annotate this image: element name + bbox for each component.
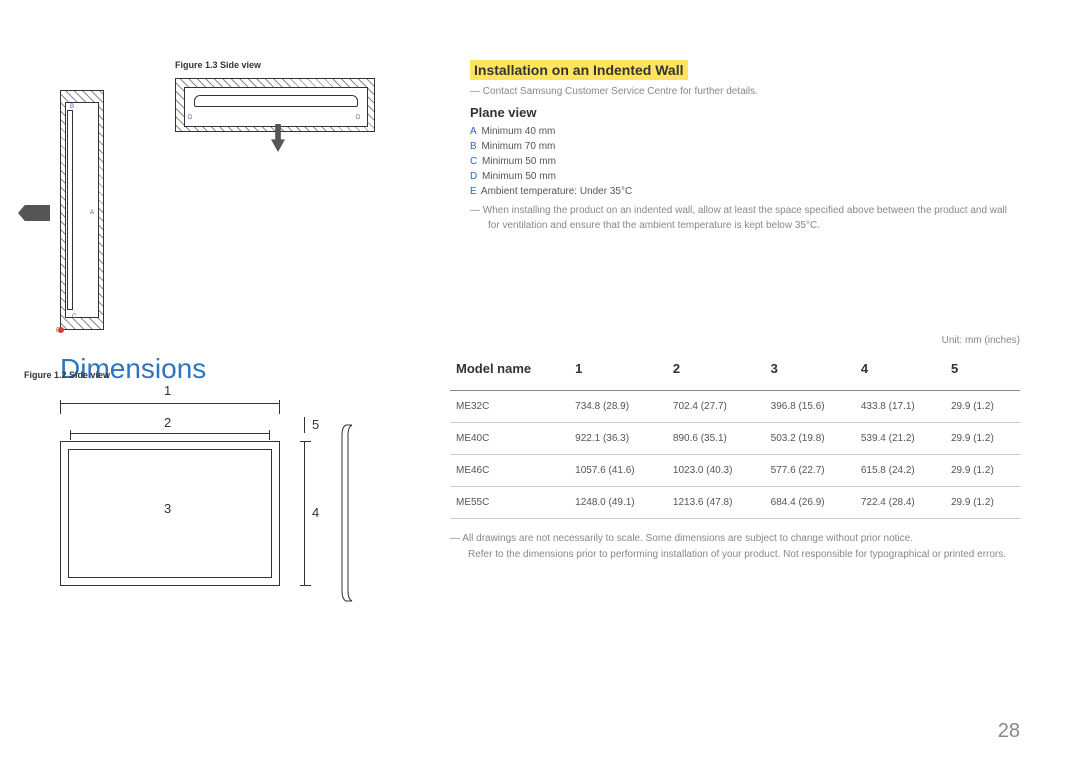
spec-e: E Ambient temperature: Under 35°C — [470, 186, 1020, 197]
th-model: Model name — [450, 353, 569, 391]
label-d-left: D — [188, 115, 192, 121]
spec-c: C Minimum 50 mm — [470, 156, 1020, 167]
figure-1-3-caption: Figure 1.3 Side view — [175, 60, 415, 70]
unit-label: Unit: mm (inches) — [942, 335, 1020, 346]
dim-label-5: 5 — [312, 417, 319, 432]
table-row: ME32C734.8 (28.9)702.4 (27.7)396.8 (15.6… — [450, 391, 1020, 423]
label-b: B — [70, 104, 74, 110]
dim-label-2: 2 — [164, 415, 171, 430]
install-title: Installation on an Indented Wall — [470, 60, 688, 80]
label-a: A — [90, 210, 94, 216]
spec-b: B Minimum 70 mm — [470, 141, 1020, 152]
side-profile-icon — [340, 423, 362, 603]
spec-d: D Minimum 50 mm — [470, 171, 1020, 182]
plane-view-title: Plane view — [470, 105, 1020, 120]
figure-1-2-caption: Figure 1.2 Side view — [24, 370, 110, 380]
table-row: ME55C1248.0 (49.1)1213.6 (47.8)684.4 (26… — [450, 487, 1020, 519]
th-1: 1 — [569, 353, 667, 391]
table-row: ME40C922.1 (36.3)890.6 (35.1)503.2 (19.8… — [450, 423, 1020, 455]
spec-a: A Minimum 40 mm — [470, 126, 1020, 137]
label-c: C — [72, 314, 76, 320]
label-d-right: D — [356, 115, 360, 121]
ventilation-note: When installing the product on an indent… — [470, 203, 1020, 233]
label-e: E — [56, 328, 60, 334]
th-2: 2 — [667, 353, 765, 391]
table-row: ME46C1057.6 (41.6)1023.0 (40.3)577.6 (22… — [450, 455, 1020, 487]
left-arrow-icon — [18, 205, 50, 221]
install-section: Installation on an Indented Wall Contact… — [470, 60, 1020, 233]
note-1: All drawings are not necessarily to scal… — [450, 531, 1020, 547]
dim-label-3: 3 — [164, 501, 171, 516]
figure-1-3: Figure 1.3 Side view D D — [175, 60, 415, 132]
contact-note: Contact Samsung Customer Service Centre … — [470, 86, 1020, 97]
figure-panel: B A C E Figure 1.2 Side view Figure 1.3 … — [60, 60, 400, 233]
th-3: 3 — [765, 353, 855, 391]
figure-1-2: B A C E Figure 1.2 Side view — [60, 90, 140, 330]
page-number: 28 — [998, 720, 1020, 743]
th-4: 4 — [855, 353, 945, 391]
dimensions-diagram: 1 2 3 5 4 — [60, 409, 410, 609]
th-5: 5 — [945, 353, 1020, 391]
dim-label-1: 1 — [164, 383, 171, 398]
table-notes: All drawings are not necessarily to scal… — [450, 531, 1020, 563]
dimensions-heading: Dimensions — [60, 353, 410, 385]
dimensions-table: Model name 1 2 3 4 5 ME32C734.8 (28.9)70… — [450, 353, 1020, 519]
dim-label-4: 4 — [312, 505, 319, 520]
note-2: Refer to the dimensions prior to perform… — [450, 547, 1020, 563]
